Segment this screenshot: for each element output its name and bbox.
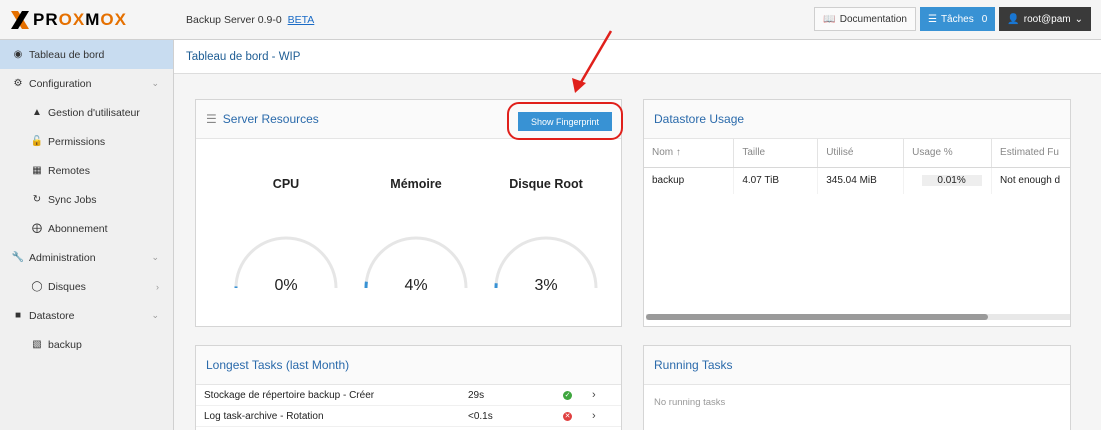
cell-name: backup [644, 167, 735, 194]
memory-gauge: Mémoire 4% [351, 150, 481, 300]
task-row[interactable]: Stockage de répertoire backup - Créer 29… [196, 385, 621, 406]
tasks-count: 0 [981, 13, 988, 25]
gears-icon: ⚙ [13, 78, 23, 89]
chevron-right-icon[interactable]: › [156, 282, 159, 292]
chevron-down-icon[interactable]: ⌄ [151, 252, 159, 263]
chevron-down-icon: ⌄ [1074, 13, 1083, 25]
server-resources-header: ☰ Server Resources Show Fingerprint [196, 100, 623, 140]
server-resources-title: Server Resources [222, 112, 319, 126]
brand-wordmark: PROXMOX [33, 9, 127, 29]
task-name: Log task-archive - Rotation [204, 410, 324, 422]
wrench-icon: 🔧 [11, 252, 25, 263]
column-header-used[interactable]: Utilisé [817, 139, 905, 168]
user-menu-button[interactable]: 👤 root@pam ⌄ [999, 7, 1091, 31]
running-tasks-header: Running Tasks [644, 346, 1070, 385]
gauge-value: 0% [274, 277, 298, 294]
main-content: Tableau de bord - WIP ☰ Server Resources… [174, 40, 1101, 430]
cell-usage: 0.01% [903, 167, 993, 194]
cpu-gauge: CPU 0% [221, 150, 351, 300]
gauge-label: Disque Root [509, 177, 583, 191]
gauge-value: 4% [404, 277, 428, 294]
cell-estimated-full: Not enough d [991, 167, 1070, 194]
horizontal-scrollbar[interactable] [646, 314, 1070, 320]
sidebar-item-administration[interactable]: 🔧 Administration ⌄ [0, 243, 173, 272]
datastore-usage-header: Datastore Usage [644, 100, 1070, 139]
gauge-label: CPU [272, 177, 300, 191]
top-right-actions: 📖 Documentation ☰ Tâches 0 👤 root@pam ⌄ [814, 7, 1091, 31]
tasks-list-icon: ☰ [206, 112, 217, 126]
chevron-down-icon[interactable]: ⌄ [151, 78, 159, 89]
sidebar-item-dashboard[interactable]: ◉ Tableau de bord [0, 40, 173, 69]
gauge-value: 3% [534, 277, 558, 294]
datastore-usage-panel: Datastore Usage Nom ↑ Taille Utilisé Usa… [643, 99, 1071, 327]
sidebar-item-sync-jobs[interactable]: ↻ Sync Jobs [0, 185, 173, 214]
task-duration: 29s [468, 389, 485, 401]
status-ok-icon: ✓ [563, 390, 572, 400]
sidebar-item-subscription[interactable]: ⨁ Abonnement [0, 214, 173, 243]
status-error-icon: ✕ [563, 411, 572, 421]
column-header-estimated-full[interactable]: Estimated Fu [991, 139, 1070, 168]
longest-tasks-panel: Longest Tasks (last Month) Stockage de r… [195, 345, 622, 430]
disk-root-gauge: Disque Root 3% [481, 150, 611, 300]
longest-tasks-header: Longest Tasks (last Month) [196, 346, 621, 385]
user-icon: 👤 [1007, 13, 1020, 25]
gauge-label: Mémoire [390, 177, 442, 191]
server-icon: ▦ [32, 165, 42, 176]
archive-icon: ■ [14, 310, 22, 321]
column-header-size[interactable]: Taille [733, 139, 819, 168]
page-title: Tableau de bord - WIP [186, 50, 301, 63]
disk-icon: ◯ [31, 281, 43, 292]
proxmox-x-icon [11, 10, 29, 29]
chevron-right-icon[interactable]: › [592, 410, 596, 422]
sidebar-item-disks[interactable]: ◯ Disques › [0, 272, 173, 301]
column-header-name[interactable]: Nom ↑ [644, 139, 735, 168]
running-tasks-panel: Running Tasks No running tasks [643, 345, 1071, 430]
cell-used: 345.04 MiB [817, 167, 905, 194]
proxmox-logo: PROXMOX [10, 10, 180, 30]
chevron-down-icon[interactable]: ⌄ [151, 310, 159, 321]
book-icon: 📖 [823, 13, 836, 25]
column-header-usage[interactable]: Usage % [903, 139, 993, 168]
datastore-usage-title: Datastore Usage [654, 112, 745, 126]
page-title-bar: Tableau de bord - WIP [174, 40, 1101, 74]
support-icon: ⨁ [32, 223, 42, 234]
list-icon: ☰ [927, 13, 937, 25]
sidebar-item-user-management[interactable]: ▲ Gestion d'utilisateur [0, 98, 173, 127]
empty-message: No running tasks [654, 397, 726, 408]
sidebar-item-remotes[interactable]: ▦ Remotes [0, 156, 173, 185]
longest-tasks-title: Longest Tasks (last Month) [206, 358, 350, 372]
task-name: Stockage de répertoire backup - Créer [204, 389, 375, 401]
table-row[interactable]: backup 4.07 TiB 345.04 MiB 0.01% Not eno… [644, 167, 1070, 194]
server-resources-panel: ☰ Server Resources Show Fingerprint CPU … [195, 99, 623, 327]
sidebar-item-configuration[interactable]: ⚙ Configuration ⌄ [0, 69, 173, 98]
running-tasks-title: Running Tasks [654, 358, 733, 372]
annotation-circle [507, 102, 623, 140]
refresh-icon: ↻ [32, 194, 42, 205]
usage-bar: 0.01% [921, 175, 982, 187]
beta-link[interactable]: BETA [288, 14, 315, 26]
product-version: Backup Server 0.9-0 BETA [186, 13, 315, 26]
top-bar: PROXMOX Backup Server 0.9-0 BETA 📖 Docum… [0, 0, 1101, 40]
sidebar-item-permissions[interactable]: 🔓 Permissions [0, 127, 173, 156]
user-icon: ▲ [32, 107, 42, 118]
scrollbar-thumb[interactable] [646, 314, 988, 320]
sidebar-item-datastore[interactable]: ■ Datastore ⌄ [0, 301, 173, 330]
table-header-row: Nom ↑ Taille Utilisé Usage % Estimated F… [644, 139, 1070, 168]
database-icon: ▧ [32, 339, 42, 350]
app-root: PROXMOX Backup Server 0.9-0 BETA 📖 Docum… [0, 0, 1101, 430]
sidebar-item-backup[interactable]: ▧ backup [0, 330, 173, 359]
documentation-button[interactable]: 📖 Documentation [814, 7, 916, 31]
task-row[interactable]: Log task-archive - Rotation <0.1s ✕ › [196, 406, 621, 427]
sidebar: ◉ Tableau de bord ⚙ Configuration ⌄ ▲ Ge… [0, 40, 174, 430]
unlock-icon: 🔓 [30, 136, 44, 147]
cell-size: 4.07 TiB [733, 167, 819, 194]
chevron-right-icon[interactable]: › [592, 389, 596, 401]
dashboard-icon: ◉ [13, 49, 23, 60]
datastore-usage-table: Nom ↑ Taille Utilisé Usage % Estimated F… [644, 139, 1070, 194]
task-duration: <0.1s [468, 410, 493, 422]
tasks-button[interactable]: ☰ Tâches 0 [919, 7, 996, 31]
